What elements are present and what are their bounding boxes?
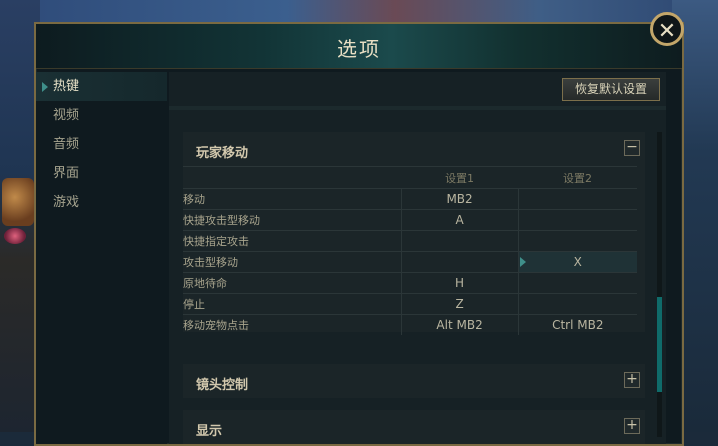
table-row: 快捷指定攻击 — [183, 230, 637, 252]
table-row: 原地待命 H — [183, 272, 637, 294]
keybind-slot-2[interactable] — [517, 293, 637, 315]
action-label: 停止 — [183, 293, 402, 315]
keybind-slot-1[interactable]: H — [400, 272, 519, 294]
sidebar-item-label: 界面 — [53, 166, 80, 181]
table-row: 快捷攻击型移动 A — [183, 209, 637, 231]
keybind-slot-2[interactable] — [517, 188, 637, 210]
keybind-slot-1[interactable] — [400, 251, 519, 273]
section-header[interactable]: 玩家移动 − — [183, 132, 645, 166]
column-header-set2: 设置2 — [518, 166, 637, 189]
game-glow — [4, 228, 26, 244]
table-header-row: 设置1 设置2 — [183, 166, 637, 189]
sidebar-item-video[interactable]: 视频 — [36, 101, 167, 130]
close-button[interactable]: ✕ — [650, 12, 684, 46]
keybind-slot-1[interactable] — [400, 230, 519, 252]
sidebar-item-label: 视频 — [53, 108, 80, 123]
keybind-slot-2[interactable] — [517, 230, 637, 252]
table-row: 停止 Z — [183, 293, 637, 315]
table-row: 移动 MB2 — [183, 188, 637, 210]
game-object — [2, 178, 34, 226]
column-header-set1: 设置1 — [401, 166, 519, 189]
keybind-slot-2-selected[interactable]: X — [517, 251, 637, 273]
section-title: 显示 — [196, 424, 223, 439]
sidebar-item-audio[interactable]: 音频 — [36, 130, 167, 159]
hotkeys-panel: 恢复默认设置 玩家移动 − 设置1 设置2 移动 MB2 快捷攻击型移动 A 快… — [169, 72, 666, 444]
keybind-slot-2[interactable] — [517, 209, 637, 231]
keybind-slot-1[interactable]: A — [400, 209, 519, 231]
sidebar-item-game[interactable]: 游戏 — [36, 188, 167, 217]
keybind-slot-2[interactable] — [517, 272, 637, 294]
divider — [169, 106, 666, 110]
sidebar-item-hotkeys[interactable]: 热键 — [36, 72, 167, 101]
action-label: 快捷指定攻击 — [183, 230, 402, 252]
action-label: 移动宠物点击 — [183, 314, 402, 335]
sidebar-item-label: 游戏 — [53, 195, 80, 210]
action-label: 原地待命 — [183, 272, 402, 294]
hotkey-table: 设置1 设置2 移动 MB2 快捷攻击型移动 A 快捷指定攻击 攻击型移动 X … — [183, 166, 637, 335]
section-header[interactable]: 显示 + — [183, 410, 645, 444]
column-header-action — [183, 166, 402, 189]
collapse-icon[interactable]: − — [624, 140, 640, 156]
sidebar-item-interface[interactable]: 界面 — [36, 159, 167, 188]
title-bar: 选项 — [36, 24, 682, 69]
action-label: 攻击型移动 — [183, 251, 402, 273]
section-camera-control: 镜头控制 + — [183, 364, 645, 398]
table-row: 移动宠物点击 Alt MB2 Ctrl MB2 — [183, 314, 637, 335]
action-label: 移动 — [183, 188, 402, 210]
section-player-movement: 玩家移动 − 设置1 设置2 移动 MB2 快捷攻击型移动 A 快捷指定攻击 攻… — [183, 132, 645, 335]
action-label: 快捷攻击型移动 — [183, 209, 402, 231]
sidebar-item-label: 热键 — [53, 79, 80, 94]
keybind-slot-1[interactable]: Z — [400, 293, 519, 315]
keybind-slot-1[interactable]: Alt MB2 — [400, 314, 519, 335]
sidebar: 热键 视频 音频 界面 游戏 — [36, 72, 167, 444]
section-title: 镜头控制 — [196, 378, 249, 393]
keybind-slot-2[interactable]: Ctrl MB2 — [517, 314, 637, 335]
table-row: 攻击型移动 X — [183, 251, 637, 273]
active-arrow-icon — [42, 82, 48, 92]
section-title: 玩家移动 — [196, 146, 249, 161]
window-title: 选项 — [337, 37, 381, 61]
keybind-slot-1[interactable]: MB2 — [400, 188, 519, 210]
section-header[interactable]: 镜头控制 + — [183, 364, 645, 398]
scrollbar[interactable] — [657, 132, 662, 437]
expand-icon[interactable]: + — [624, 372, 640, 388]
selection-arrow-icon — [519, 257, 526, 267]
options-window: 选项 热键 视频 音频 界面 游戏 恢复默认设置 玩家移动 − 设置1 设置2 … — [34, 22, 684, 446]
keybind-value: X — [573, 255, 582, 269]
section-display: 显示 + — [183, 410, 645, 444]
restore-defaults-button[interactable]: 恢复默认设置 — [562, 78, 660, 101]
sidebar-item-label: 音频 — [53, 137, 80, 152]
scrollbar-thumb[interactable] — [657, 297, 662, 392]
